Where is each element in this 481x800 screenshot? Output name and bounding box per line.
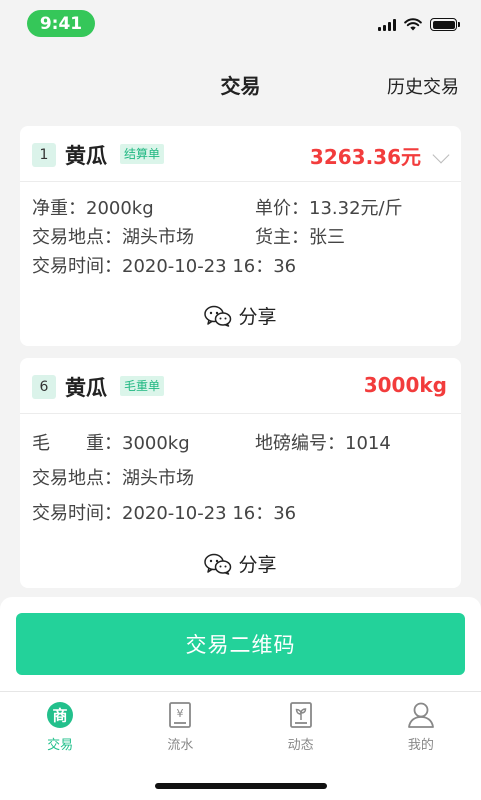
bottom-panel: 交易二维码 商 交易 ¥ 流水 动态 我的 xyxy=(0,597,481,800)
person-icon xyxy=(406,700,436,730)
sprout-icon xyxy=(286,700,316,730)
wechat-icon xyxy=(204,553,232,575)
scale-number: 地磅编号：1014 xyxy=(255,433,391,454)
tab-trade[interactable]: 商 交易 xyxy=(0,692,120,761)
detail-row: 交易地点：湖头市场 货主：张三 xyxy=(32,223,449,252)
ledger-icon: ¥ xyxy=(165,700,195,730)
net-weight: 净重：2000kg xyxy=(32,198,154,219)
tab-ledger[interactable]: ¥ 流水 xyxy=(120,692,240,761)
status-icons xyxy=(378,18,460,31)
detail-row: 交易时间：2020-10-23 16：36 xyxy=(32,496,449,531)
cellular-signal-icon xyxy=(378,18,396,31)
gross-weight: 毛 重：3000kg xyxy=(32,433,190,454)
nav-bar: 交易 历史交易 xyxy=(0,44,481,114)
svg-text:¥: ¥ xyxy=(177,707,184,720)
card-details: 净重：2000kg 单价：13.32元/斤 交易地点：湖头市场 货主：张三 交易… xyxy=(20,182,461,281)
chevron-down-icon[interactable] xyxy=(432,146,450,164)
tab-label: 流水 xyxy=(167,738,194,753)
share-label: 分享 xyxy=(238,554,277,576)
history-link[interactable]: 历史交易 xyxy=(387,73,459,99)
tab-label: 我的 xyxy=(407,738,434,753)
card-number-badge: 1 xyxy=(32,143,56,167)
detail-row: 净重：2000kg 单价：13.32元/斤 xyxy=(32,194,449,223)
wechat-icon xyxy=(204,305,232,327)
status-time: 9:41 xyxy=(27,10,95,37)
card-header[interactable]: 6 黄瓜 毛重单 3000kg xyxy=(20,358,461,414)
unit-price: 单价：13.32元/斤 xyxy=(255,198,403,219)
tab-profile[interactable]: 我的 xyxy=(361,692,481,761)
card-amount: 3263.36元 xyxy=(309,145,421,169)
card-details: 毛 重：3000kg 地磅编号：1014 交易地点：湖头市场 交易时间：2020… xyxy=(20,414,461,531)
trade-time: 交易时间：2020-10-23 16：36 xyxy=(32,256,297,277)
tab-label: 交易 xyxy=(47,738,74,753)
product-name: 黄瓜 xyxy=(65,144,107,168)
detail-row: 交易时间：2020-10-23 16：36 xyxy=(32,252,449,281)
trade-location: 交易地点：湖头市场 xyxy=(32,468,194,489)
card-header[interactable]: 1 黄瓜 结算单 3263.36元 xyxy=(20,126,461,182)
product-name: 黄瓜 xyxy=(65,376,107,400)
detail-row: 毛 重：3000kg 地磅编号：1014 xyxy=(32,426,449,461)
share-button[interactable]: 分享 xyxy=(20,550,461,577)
battery-icon xyxy=(430,18,460,31)
trade-qr-code-button[interactable]: 交易二维码 xyxy=(16,613,465,675)
trade-time: 交易时间：2020-10-23 16：36 xyxy=(32,503,297,524)
wifi-icon xyxy=(404,18,422,31)
transaction-card[interactable]: 1 黄瓜 结算单 3263.36元 净重：2000kg 单价：13.32元/斤 … xyxy=(20,126,461,346)
status-bar: 9:41 xyxy=(0,0,481,44)
svg-text:商: 商 xyxy=(53,707,68,725)
transaction-card[interactable]: 6 黄瓜 毛重单 3000kg 毛 重：3000kg 地磅编号：1014 交易地… xyxy=(20,358,461,588)
tab-news[interactable]: 动态 xyxy=(241,692,361,761)
card-amount: 3000kg xyxy=(363,373,447,397)
share-button[interactable]: 分享 xyxy=(20,302,461,329)
store-icon: 商 xyxy=(45,700,75,730)
tab-bar: 商 交易 ¥ 流水 动态 我的 xyxy=(0,691,481,761)
bill-type-tag: 毛重单 xyxy=(120,376,165,396)
share-label: 分享 xyxy=(238,306,277,328)
detail-row: 交易地点：湖头市场 xyxy=(32,461,449,496)
cargo-owner: 货主：张三 xyxy=(255,227,345,248)
tab-label: 动态 xyxy=(287,738,314,753)
home-indicator[interactable] xyxy=(155,783,327,789)
trade-location: 交易地点：湖头市场 xyxy=(32,227,194,248)
card-number-badge: 6 xyxy=(32,375,56,399)
bill-type-tag: 结算单 xyxy=(120,144,165,164)
